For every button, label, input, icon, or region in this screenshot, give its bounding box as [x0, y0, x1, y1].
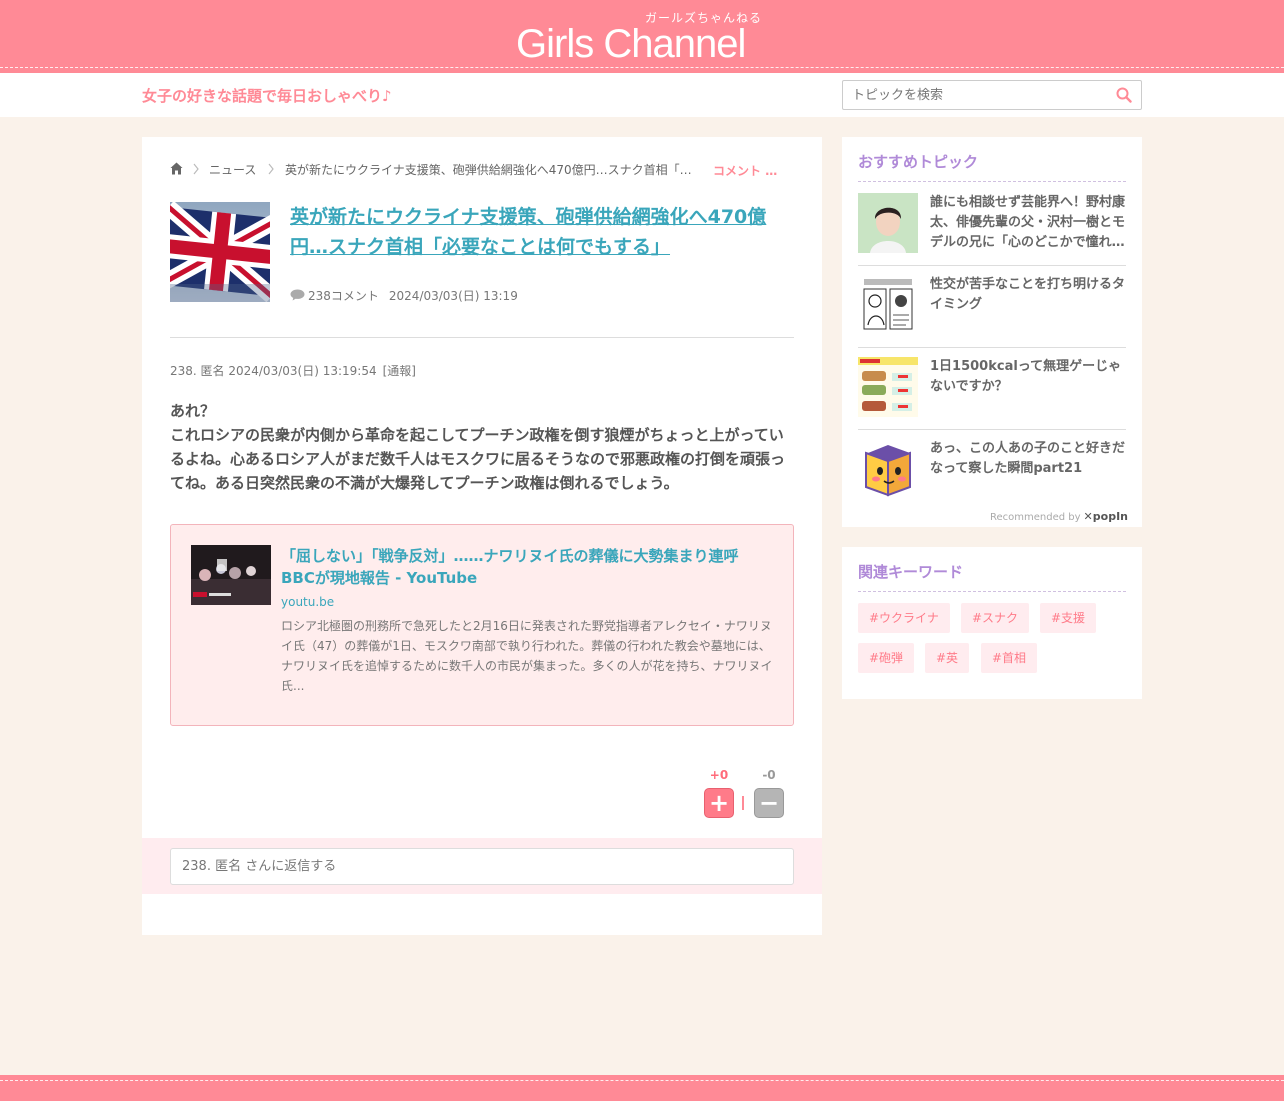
comment-body: あれ？ これロシアの民衆が内側から革命を起こしてプーチン政権を倒す狼煙がちょっと…: [170, 402, 786, 492]
search-input[interactable]: [843, 81, 1103, 109]
comment-bubble-icon: [290, 289, 305, 301]
topic-thumbnail[interactable]: [170, 202, 270, 302]
link-domain[interactable]: youtu.be: [281, 595, 334, 609]
divider: [858, 429, 1126, 430]
recommended-item[interactable]: あっ、この人あの子のこと好きだなって察した瞬間part21: [858, 439, 1126, 521]
popin-logo: ✕popIn: [1083, 510, 1128, 523]
comment-count[interactable]: 238コメント: [308, 289, 379, 303]
breadcrumb: ニュース 英が新たにウクライナ支援策、砲弾供給網強化へ470億円…スナク首相「必…: [170, 161, 794, 179]
vote-plus: +0 +: [704, 768, 734, 818]
footer-divider: [0, 1080, 1284, 1081]
site-logo[interactable]: ガールズちゃんねる Girls Channel: [512, 8, 772, 66]
vote-ratio-bar: [742, 796, 744, 810]
breadcrumb-topic[interactable]: 英が新たにウクライナ支援策、砲弾供給網強化へ470億円…スナク首相「必要なことは…: [285, 161, 701, 178]
union-jack-flag-image: [170, 202, 270, 302]
recommended-by-label: Recommended by: [990, 512, 1081, 523]
cartoon-face-image: [858, 439, 918, 499]
plus-count: +0: [709, 768, 729, 782]
breadcrumb-category[interactable]: ニュース: [209, 161, 256, 178]
recommended-thumbnail[interactable]: [858, 357, 918, 417]
related-keywords: 関連キーワード #ウクライナ #スナク #支援 #砲弾 #英 #首相: [842, 547, 1142, 699]
recommended-by[interactable]: Recommended by ✕popIn: [990, 510, 1128, 523]
recommended-text[interactable]: 1日1500kcalって無理ゲーじゃないですか？: [930, 357, 1126, 397]
site-tagline: 女子の好きな話題で毎日おしゃべり♪: [142, 87, 392, 105]
plus-button[interactable]: +: [704, 788, 734, 818]
recommended-item[interactable]: 1日1500kcalって無理ゲーじゃないですか？: [858, 357, 1126, 439]
minus-button[interactable]: −: [754, 788, 784, 818]
topic-main: ニュース 英が新たにウクライナ支援策、砲弾供給網強化へ470億円…スナク首相「必…: [142, 137, 822, 935]
keyword-tag[interactable]: #砲弾: [858, 643, 915, 673]
topic-title[interactable]: 英が新たにウクライナ支援策、砲弾供給網強化へ470億円…スナク首相「必要なことは…: [290, 202, 794, 262]
reply-input[interactable]: 238. 匿名 さんに返信する: [170, 848, 794, 885]
recommended-topics: おすすめトピック 誰にも相談せず芸能界へ！野村康太、俳優先輩の父・沢村一樹とモデ…: [842, 137, 1142, 527]
reply-area: 238. 匿名 さんに返信する: [142, 838, 822, 894]
link-preview-card[interactable]: 「屈しない」「戦争反対」……ナワリヌイ氏の葬儀に大勢集まり連呼 BBCが現地報告…: [170, 524, 794, 726]
keyword-tag[interactable]: #英: [925, 643, 970, 673]
divider: [858, 265, 1126, 266]
link-description: ロシア北極圏の刑務所で急死したと2月16日に発表された野党指導者アレクセイ・ナワ…: [281, 619, 773, 693]
keyword-tag[interactable]: #支援: [1040, 603, 1097, 633]
topic-meta: 238コメント 2024/03/03(日) 13:19: [290, 287, 518, 304]
recommended-item[interactable]: 誰にも相談せず芸能界へ！野村康太、俳優先輩の父・沢村一樹とモデルの兄に「心のどこ…: [858, 193, 1126, 275]
site-header: ガールズちゃんねる Girls Channel: [0, 0, 1284, 73]
report-link[interactable]: [通報]: [383, 364, 416, 378]
header-divider: [0, 67, 1284, 68]
recommended-thumbnail[interactable]: [858, 439, 918, 499]
link-title[interactable]: 「屈しない」「戦争反対」……ナワリヌイ氏の葬儀に大勢集まり連呼 BBCが現地報告…: [281, 545, 771, 589]
logo-text: Girls Channel: [516, 22, 746, 66]
recommended-item[interactable]: 性交が苦手なことを打ち明けるタイミング: [858, 275, 1126, 357]
divider: [858, 347, 1126, 348]
divider: [858, 181, 1126, 182]
diet-chart-image: [858, 357, 918, 417]
manga-image: [858, 275, 918, 335]
keyword-tag[interactable]: #スナク: [961, 603, 1030, 633]
video-thumbnail-image: [191, 545, 271, 605]
chevron-right-icon: [268, 163, 274, 175]
search-box: [842, 80, 1142, 110]
keyword-tag[interactable]: #ウクライナ: [858, 603, 950, 633]
vote-minus: -0 −: [754, 768, 784, 818]
divider: [170, 337, 794, 338]
sub-header: 女子の好きな話題で毎日おしゃべり♪: [0, 73, 1284, 117]
recommended-text[interactable]: 性交が苦手なことを打ち明けるタイミング: [930, 275, 1126, 315]
portrait-image: [858, 193, 918, 253]
chevron-right-icon: [193, 163, 199, 175]
keyword-tag[interactable]: #首相: [981, 643, 1038, 673]
recommended-text[interactable]: 誰にも相談せず芸能界へ！野村康太、俳優先輩の父・沢村一樹とモデルの兄に「心のどこ…: [930, 193, 1126, 253]
divider: [858, 591, 1126, 592]
minus-count: -0: [762, 768, 776, 782]
search-icon[interactable]: [1116, 87, 1132, 103]
recommended-title: おすすめトピック: [858, 153, 979, 171]
topic-date: 2024/03/03(日) 13:19: [388, 289, 518, 303]
keywords-title: 関連キーワード: [858, 563, 964, 581]
recommended-text[interactable]: あっ、この人あの子のこと好きだなって察した瞬間part21: [930, 439, 1126, 479]
recommended-thumbnail[interactable]: [858, 193, 918, 253]
comment-header: 238. 匿名 2024/03/03(日) 13:19:54 [通報]: [170, 362, 416, 379]
recommended-thumbnail[interactable]: [858, 275, 918, 335]
comment-new-link[interactable]: コメント NEW: [713, 162, 783, 179]
home-icon[interactable]: [170, 162, 183, 175]
comment-number-author-date: 238. 匿名 2024/03/03(日) 13:19:54: [170, 364, 377, 378]
video-thumbnail[interactable]: [191, 545, 271, 605]
site-footer: [0, 1075, 1284, 1101]
